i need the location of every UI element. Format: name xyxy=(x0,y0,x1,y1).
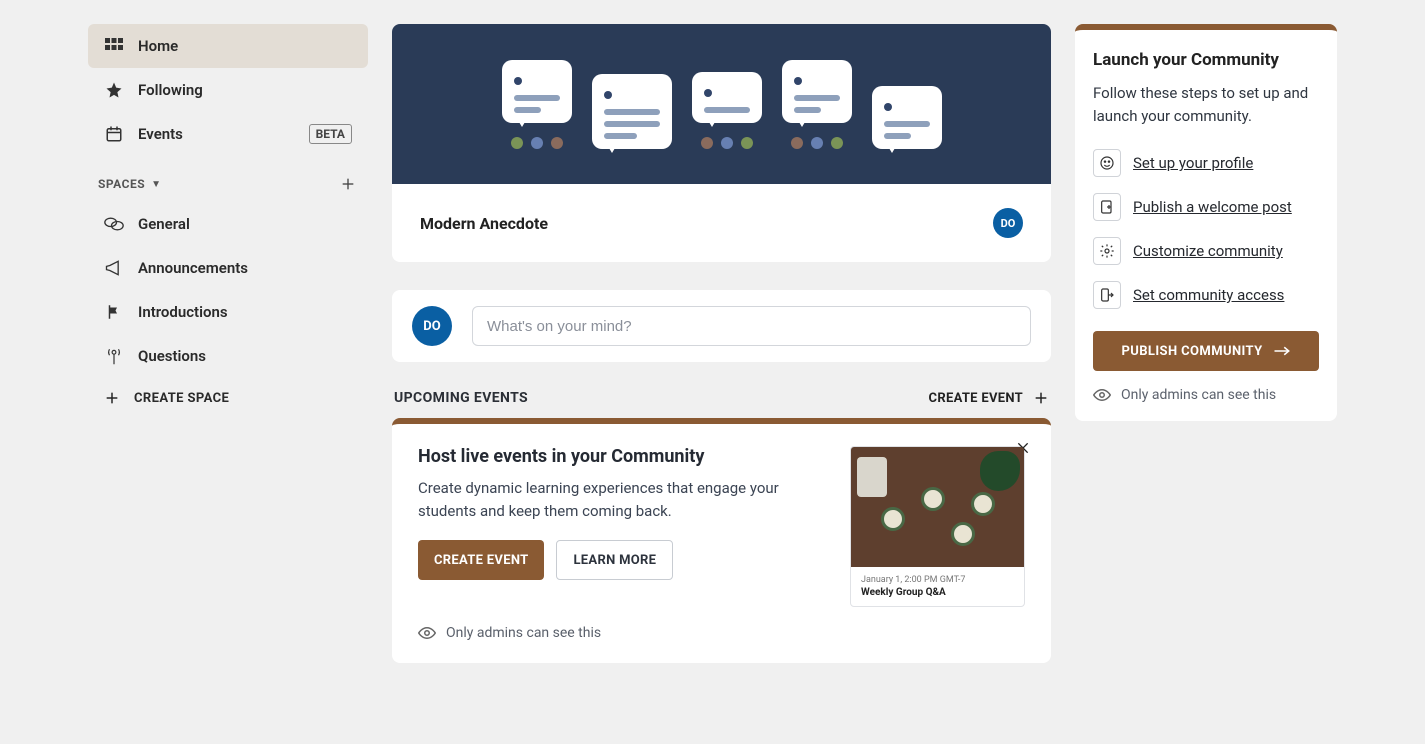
button-label: CREATE EVENT xyxy=(434,553,528,568)
nav-label: Home xyxy=(138,37,178,55)
flag-icon xyxy=(104,302,124,322)
community-title: Modern Anecdote xyxy=(420,214,548,233)
spaces-label[interactable]: SPACES xyxy=(98,177,145,191)
plus-icon xyxy=(104,390,120,406)
publish-community-button[interactable]: PUBLISH COMMUNITY xyxy=(1093,331,1319,371)
promo-title: Host live events in your Community xyxy=(418,446,810,467)
launch-panel: Launch your Community Follow these steps… xyxy=(1075,24,1337,663)
launch-title: Launch your Community xyxy=(1093,50,1319,70)
step-label: Publish a welcome post xyxy=(1133,198,1292,216)
create-event-label: CREATE EVENT xyxy=(929,391,1023,406)
space-label: Questions xyxy=(138,347,206,365)
star-icon xyxy=(104,80,124,100)
nav-label: Following xyxy=(138,81,203,99)
calendar-icon xyxy=(104,124,124,144)
spaces-header: SPACES ▼ xyxy=(88,156,368,202)
promo-learn-more-button[interactable]: LEARN MORE xyxy=(556,540,673,580)
sample-event-date: January 1, 2:00 PM GMT-7 xyxy=(861,575,1014,585)
button-label: PUBLISH COMMUNITY xyxy=(1121,344,1262,359)
sample-event-title: Weekly Group Q&A xyxy=(861,587,1014,598)
main-content: Modern Anecdote DO DO UPCOMING EVENTS CR… xyxy=(392,24,1051,663)
launch-admin-note: Only admins can see this xyxy=(1093,387,1319,403)
hero-banner xyxy=(392,24,1051,184)
promo-description: Create dynamic learning experiences that… xyxy=(418,477,798,522)
promo-admin-note: Only admins can see this xyxy=(392,625,1051,663)
button-label: LEARN MORE xyxy=(573,553,656,568)
create-space-button[interactable]: CREATE SPACE xyxy=(88,378,368,418)
step-customize[interactable]: Customize community xyxy=(1093,229,1319,273)
step-setup-profile[interactable]: Set up your profile xyxy=(1093,141,1319,185)
space-label: General xyxy=(138,215,190,233)
smiley-icon xyxy=(1093,149,1121,177)
beta-badge: BETA xyxy=(309,124,352,144)
chat-bubbles-icon xyxy=(104,214,124,234)
step-access[interactable]: Set community access xyxy=(1093,273,1319,317)
arrow-right-icon xyxy=(1273,344,1291,358)
nav-following[interactable]: Following xyxy=(88,68,368,112)
space-general[interactable]: General xyxy=(88,202,368,246)
space-label: Announcements xyxy=(138,259,248,277)
space-announcements[interactable]: Announcements xyxy=(88,246,368,290)
sample-event-card[interactable]: January 1, 2:00 PM GMT-7 Weekly Group Q&… xyxy=(850,446,1025,607)
sample-event-image xyxy=(851,447,1024,567)
composer-input[interactable] xyxy=(472,306,1031,346)
launch-description: Follow these steps to set up and launch … xyxy=(1093,82,1319,127)
user-avatar[interactable]: DO xyxy=(412,306,452,346)
nav-home[interactable]: Home xyxy=(88,24,368,68)
chevron-down-icon[interactable]: ▼ xyxy=(151,179,161,190)
post-add-icon xyxy=(1093,193,1121,221)
step-label: Set community access xyxy=(1133,286,1284,304)
antenna-icon xyxy=(104,346,124,366)
nav-label: Events xyxy=(138,125,183,143)
plus-icon xyxy=(1033,390,1049,406)
create-space-label: CREATE SPACE xyxy=(134,391,229,406)
step-label: Customize community xyxy=(1133,242,1283,260)
step-label: Set up your profile xyxy=(1133,154,1253,172)
promo-create-event-button[interactable]: CREATE EVENT xyxy=(418,540,544,580)
gear-icon xyxy=(1093,237,1121,265)
megaphone-icon xyxy=(104,258,124,278)
admin-note-text: Only admins can see this xyxy=(1121,387,1276,403)
eye-icon xyxy=(1093,388,1111,402)
step-welcome-post[interactable]: Publish a welcome post xyxy=(1093,185,1319,229)
community-avatar[interactable]: DO xyxy=(993,208,1023,238)
admin-note-text: Only admins can see this xyxy=(446,625,601,641)
eye-icon xyxy=(418,626,436,640)
sidebar: Home Following Events BETA SPACES ▼ xyxy=(88,24,368,663)
space-introductions[interactable]: Introductions xyxy=(88,290,368,334)
nav-events[interactable]: Events BETA xyxy=(88,112,368,156)
exit-icon xyxy=(1093,281,1121,309)
events-promo-card: Host live events in your Community Creat… xyxy=(392,418,1051,663)
create-event-button[interactable]: CREATE EVENT xyxy=(929,390,1049,406)
grid-icon xyxy=(104,36,124,56)
space-questions[interactable]: Questions xyxy=(88,334,368,378)
post-composer: DO xyxy=(392,290,1051,362)
space-label: Introductions xyxy=(138,303,228,321)
events-section-title: UPCOMING EVENTS xyxy=(394,390,528,406)
community-hero: Modern Anecdote DO xyxy=(392,24,1051,262)
add-space-button[interactable] xyxy=(338,174,358,194)
